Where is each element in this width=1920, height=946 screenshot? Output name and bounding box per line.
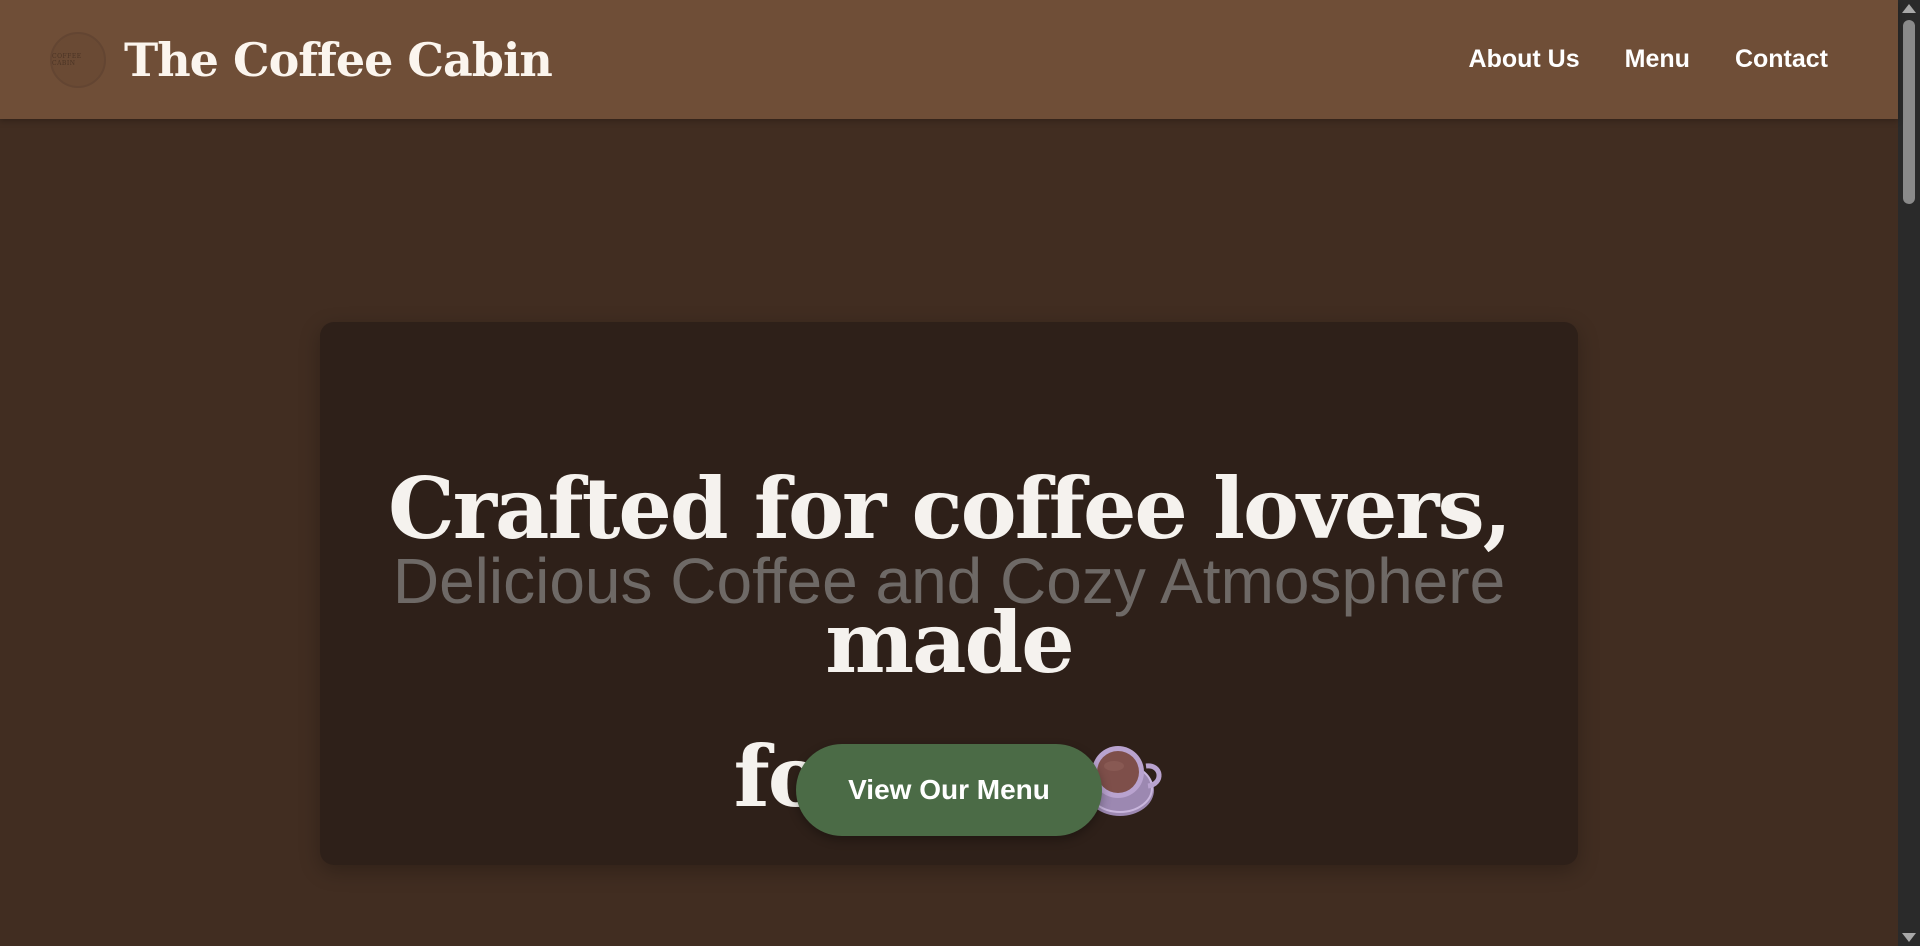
view-menu-button[interactable]: View Our Menu bbox=[796, 744, 1102, 836]
logo[interactable]: COFFEE CABIN bbox=[50, 31, 106, 88]
page: COFFEE CABIN The Coffee Cabin About Us M… bbox=[0, 0, 1920, 946]
brand[interactable]: COFFEE CABIN The Coffee Cabin bbox=[50, 31, 553, 88]
vertical-scrollbar[interactable] bbox=[1898, 0, 1920, 946]
hero-card: Delicious Coffee and Cozy Atmosphere Cra… bbox=[320, 322, 1578, 865]
nav-menu[interactable]: Menu bbox=[1625, 45, 1690, 74]
brand-name[interactable]: The Coffee Cabin bbox=[124, 33, 553, 87]
hero-title-line1: Crafted for coffee lovers, made bbox=[387, 459, 1512, 692]
nav-about-us[interactable]: About Us bbox=[1469, 45, 1580, 74]
site-header: COFFEE CABIN The Coffee Cabin About Us M… bbox=[0, 0, 1898, 119]
nav-contact[interactable]: Contact bbox=[1735, 45, 1828, 74]
logo-text: COFFEE CABIN bbox=[52, 52, 82, 67]
scroll-up-arrow-icon[interactable] bbox=[1902, 4, 1916, 13]
scroll-thumb[interactable] bbox=[1903, 20, 1915, 204]
main-nav: About Us Menu Contact bbox=[1469, 45, 1828, 74]
scroll-down-arrow-icon[interactable] bbox=[1902, 933, 1916, 942]
